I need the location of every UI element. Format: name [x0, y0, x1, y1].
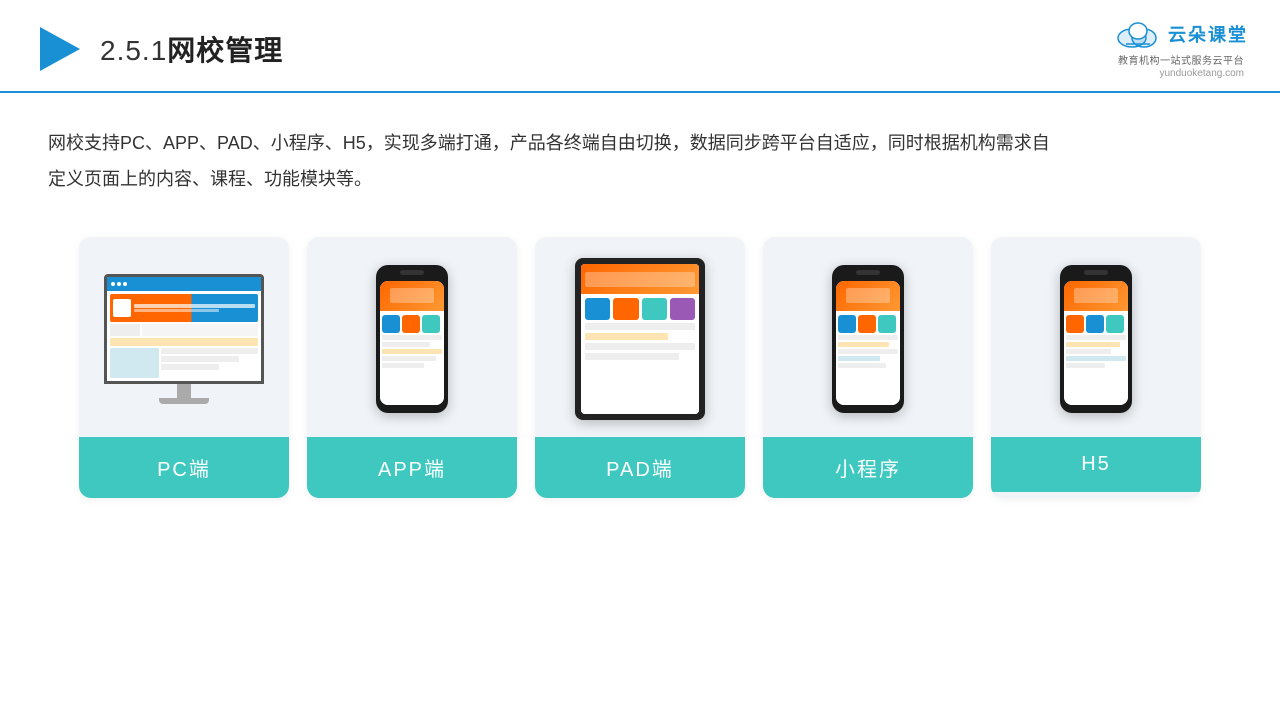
logo-cloud: 云朵课堂	[1114, 18, 1248, 50]
header: 2.5.1网校管理 云朵课堂 教育机构一站式服务云平台 yunduoketang…	[0, 0, 1280, 93]
logo-name: 云朵课堂	[1168, 21, 1248, 47]
card-pc: PC端	[79, 237, 289, 498]
tablet-mockup	[575, 258, 705, 420]
card-pc-label: PC端	[79, 437, 289, 498]
cards-container: PC端	[0, 217, 1280, 518]
phone-h5-mockup	[1060, 265, 1132, 413]
play-icon	[32, 23, 84, 75]
pc-monitor	[104, 274, 264, 404]
page-title: 2.5.1网校管理	[100, 29, 283, 69]
logo-slogan: 教育机构一站式服务云平台	[1118, 52, 1244, 67]
card-miniapp-image	[763, 237, 973, 437]
card-h5: H5	[991, 237, 1201, 498]
card-pad-label: PAD端	[535, 437, 745, 498]
description: 网校支持PC、APP、PAD、小程序、H5，实现多端打通，产品各终端自由切换，数…	[0, 93, 1100, 217]
card-pad: PAD端	[535, 237, 745, 498]
phone-app-mockup	[376, 265, 448, 413]
card-h5-image	[991, 237, 1201, 437]
card-pad-image	[535, 237, 745, 437]
card-pc-image	[79, 237, 289, 437]
card-miniapp: 小程序	[763, 237, 973, 498]
card-app: APP端	[307, 237, 517, 498]
card-app-label: APP端	[307, 437, 517, 498]
card-miniapp-label: 小程序	[763, 437, 973, 498]
phone-miniapp-mockup	[832, 265, 904, 413]
cloud-icon	[1114, 18, 1162, 50]
card-h5-label: H5	[991, 437, 1201, 492]
card-app-image	[307, 237, 517, 437]
logo-area: 云朵课堂 教育机构一站式服务云平台 yunduoketang.com	[1114, 18, 1248, 79]
logo-url: yunduoketang.com	[1159, 68, 1244, 79]
header-left: 2.5.1网校管理	[32, 23, 283, 75]
